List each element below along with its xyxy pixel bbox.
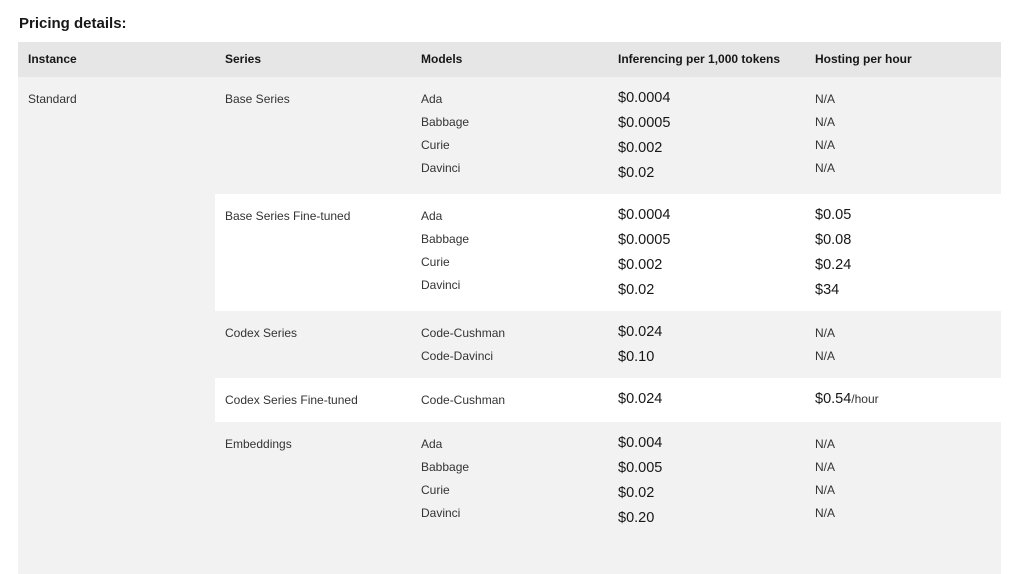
model-name: Davinci: [421, 161, 461, 175]
hosting-price: N/A: [815, 92, 835, 106]
inferencing-price: $0.0005: [618, 232, 671, 248]
series-group: Codex Series Code-Cushman $0.024 N/A Code-Da…: [215, 311, 1001, 378]
hosting-value: $0.08: [815, 232, 852, 248]
hosting-price: $0.05: [815, 207, 851, 223]
hosting-value: $0.54: [815, 391, 852, 407]
hosting-value: N/A: [815, 161, 836, 175]
inferencing-price: $0.02: [618, 282, 655, 298]
page-title: Pricing details:: [19, 15, 127, 32]
hosting-value: N/A: [815, 460, 836, 474]
instance-label: Standard: [28, 92, 77, 106]
hosting-value: $34: [815, 282, 840, 298]
hosting-price: $0.54/hour: [815, 391, 879, 407]
table-header: Instance Series Models Inferencing per 1…: [18, 42, 1001, 77]
hosting-price: N/A: [815, 115, 835, 129]
hosting-price: N/A: [815, 437, 835, 451]
hosting-value: N/A: [815, 483, 836, 497]
model-name: Babbage: [421, 115, 470, 129]
series-group: Base Series Ada $0.0004 N/A Babbage $0.0005 N/…: [215, 77, 1001, 194]
model-name: Curie: [421, 255, 450, 269]
header-models: Models: [421, 52, 463, 66]
inferencing-price: $0.02: [618, 485, 655, 501]
hosting-value: N/A: [815, 506, 836, 520]
hosting-price: N/A: [815, 349, 835, 363]
header-inferencing: Inferencing per 1,000 tokens: [618, 52, 781, 66]
hosting-value: N/A: [815, 437, 836, 451]
series-label: Codex Series: [225, 326, 298, 340]
model-name: Davinci: [421, 278, 461, 292]
inferencing-price: $0.002: [618, 257, 663, 273]
hosting-price: N/A: [815, 138, 835, 152]
inferencing-price: $0.0004: [618, 90, 671, 106]
inferencing-price: $0.024: [618, 391, 663, 407]
series-group: Base Series Fine-tuned Ada $0.0004 $0.05 Bab…: [215, 194, 1001, 311]
hosting-price: $0.24: [815, 257, 851, 273]
hosting-value: N/A: [815, 349, 836, 363]
series-label: Base Series Fine-tuned: [225, 209, 351, 223]
model-name: Code-Cushman: [421, 326, 506, 340]
hosting-value: $0.05: [815, 207, 852, 223]
inferencing-price: $0.0004: [618, 207, 671, 223]
hosting-price: N/A: [815, 483, 835, 497]
hosting-price: N/A: [815, 506, 835, 520]
inferencing-price: $0.02: [618, 165, 655, 181]
pricing-table: Instance Series Models Inferencing per 1…: [18, 42, 1001, 574]
inferencing-price: $0.002: [618, 140, 663, 156]
hosting-price: $0.08: [815, 232, 851, 248]
model-name: Babbage: [421, 232, 470, 246]
inferencing-price: $0.005: [618, 460, 663, 476]
hosting-value: N/A: [815, 92, 836, 106]
table-body: Standard Base Series Ada $0.0004 N/A Babbage…: [18, 77, 1001, 574]
model-name: Ada: [421, 209, 443, 223]
model-name: Davinci: [421, 506, 461, 520]
model-name: Code-Cushman: [421, 393, 506, 407]
inferencing-price: $0.0005: [618, 115, 671, 131]
hosting-price: N/A: [815, 460, 835, 474]
inferencing-price: $0.20: [618, 510, 655, 526]
header-instance: Instance: [28, 52, 77, 66]
hosting-price: N/A: [815, 326, 835, 340]
series-label: Base Series: [225, 92, 290, 106]
series-group: Embeddings Ada $0.004 N/A Babbage $0.005 N/A Cu…: [215, 422, 1001, 574]
header-hosting: Hosting per hour: [815, 52, 912, 66]
series-label: Codex Series Fine-tuned: [225, 393, 358, 407]
hosting-value: N/A: [815, 115, 836, 129]
hosting-price: $34: [815, 282, 839, 298]
model-name: Code-Davinci: [421, 349, 494, 363]
hosting-value: N/A: [815, 326, 836, 340]
series-label: Embeddings: [225, 437, 292, 451]
series-group: Codex Series Fine-tuned Code-Cushman $0.02…: [215, 378, 1001, 422]
hosting-price: N/A: [815, 161, 835, 175]
hosting-unit: /hour: [851, 392, 879, 406]
header-series: Series: [225, 52, 262, 66]
model-name: Curie: [421, 138, 450, 152]
instance-cell: Standard: [18, 77, 215, 574]
model-name: Curie: [421, 483, 450, 497]
inferencing-price: $0.004: [618, 435, 663, 451]
inferencing-price: $0.024: [618, 324, 663, 340]
model-name: Ada: [421, 437, 443, 451]
hosting-value: N/A: [815, 138, 836, 152]
model-name: Ada: [421, 92, 443, 106]
model-name: Babbage: [421, 460, 470, 474]
hosting-value: $0.24: [815, 257, 852, 273]
inferencing-price: $0.10: [618, 349, 655, 365]
